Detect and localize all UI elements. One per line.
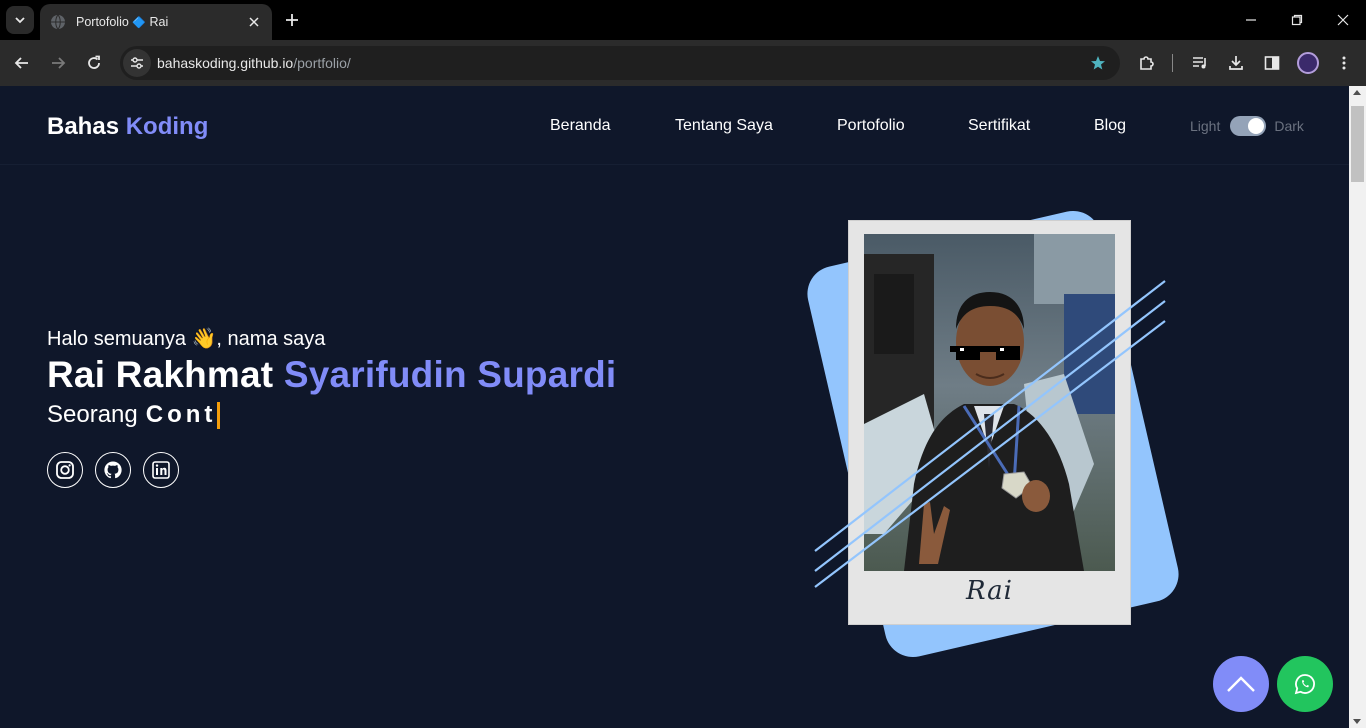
close-icon bbox=[249, 17, 259, 27]
site-logo[interactable]: Bahas Koding bbox=[47, 113, 208, 141]
browser-toolbar: bahaskoding.github.io/portfolio/ bbox=[0, 40, 1366, 86]
plus-icon bbox=[286, 14, 298, 26]
theme-switch[interactable] bbox=[1230, 116, 1267, 136]
hero-greeting: Halo semuanya 👋, nama saya bbox=[47, 328, 326, 350]
profile-photo-illustration bbox=[864, 234, 1115, 571]
arrow-right-icon bbox=[52, 57, 66, 69]
polaroid-frame: Rai bbox=[848, 220, 1131, 625]
theme-toggle: Light Dark bbox=[1190, 116, 1304, 136]
media-control-button[interactable] bbox=[1186, 49, 1214, 77]
role-prefix: Seorang bbox=[47, 401, 138, 428]
browser-menu-button[interactable] bbox=[1330, 49, 1358, 77]
typing-cursor bbox=[217, 401, 221, 429]
close-icon bbox=[1337, 14, 1349, 26]
github-icon bbox=[104, 461, 122, 479]
minimize-icon bbox=[1246, 19, 1256, 21]
whatsapp-button[interactable] bbox=[1277, 656, 1333, 712]
linkedin-icon bbox=[152, 461, 170, 479]
site-navbar: Bahas Koding Beranda Tentang Saya Portof… bbox=[0, 86, 1349, 165]
tab-title: Portofolio 🔷 Rai bbox=[76, 15, 169, 29]
tune-icon bbox=[131, 57, 143, 69]
scroll-up-arrow[interactable] bbox=[1353, 90, 1361, 95]
hero-role: Seorang Cont bbox=[47, 401, 221, 429]
puzzle-icon bbox=[1140, 56, 1154, 70]
globe-icon bbox=[51, 14, 65, 30]
site-info-button[interactable] bbox=[123, 49, 151, 77]
social-links bbox=[47, 452, 191, 488]
reload-icon bbox=[88, 55, 100, 69]
side-panel-button[interactable] bbox=[1258, 49, 1286, 77]
nav-link-sertifikat[interactable]: Sertifikat bbox=[968, 117, 1030, 135]
chevron-up-icon bbox=[1227, 676, 1255, 692]
hero-photo-art: Rai bbox=[801, 194, 1185, 664]
polaroid-caption: Rai bbox=[966, 576, 1013, 606]
page-viewport: Bahas Koding Beranda Tentang Saya Portof… bbox=[0, 86, 1349, 728]
back-button[interactable] bbox=[8, 49, 36, 77]
scroll-down-arrow[interactable] bbox=[1353, 719, 1361, 724]
role-typed-text: Cont bbox=[145, 401, 217, 428]
downloads-button[interactable] bbox=[1222, 49, 1250, 77]
download-icon bbox=[1229, 56, 1243, 70]
profile-photo bbox=[864, 234, 1115, 571]
more-vert-icon bbox=[1342, 56, 1346, 70]
url-text: bahaskoding.github.io/portfolio/ bbox=[157, 55, 351, 71]
playlist-icon bbox=[1193, 57, 1206, 69]
instagram-link[interactable] bbox=[47, 452, 83, 488]
side-panel-icon bbox=[1264, 56, 1280, 70]
star-icon bbox=[1091, 56, 1105, 70]
address-bar[interactable]: bahaskoding.github.io/portfolio/ bbox=[120, 46, 1120, 80]
browser-tab-active[interactable]: Portofolio 🔷 Rai bbox=[40, 4, 272, 40]
linkedin-link[interactable] bbox=[143, 452, 179, 488]
bookmark-button[interactable] bbox=[1084, 49, 1112, 77]
new-tab-button[interactable] bbox=[280, 8, 304, 32]
browser-tabstrip: Portofolio 🔷 Rai bbox=[0, 0, 1366, 40]
tab-title-separator: 🔷 bbox=[132, 17, 146, 29]
tab-search-button[interactable] bbox=[6, 6, 34, 34]
theme-switch-knob bbox=[1248, 118, 1265, 134]
nav-link-portofolio[interactable]: Portofolio bbox=[837, 117, 905, 135]
nav-link-beranda[interactable]: Beranda bbox=[550, 117, 611, 135]
profile-avatar[interactable] bbox=[1297, 52, 1319, 74]
arrow-left-icon bbox=[14, 57, 28, 69]
theme-dark-label: Dark bbox=[1274, 118, 1304, 134]
window-close-button[interactable] bbox=[1331, 8, 1355, 32]
hero-name: Rai Rakhmat Syarifudin Supardi bbox=[47, 354, 617, 395]
extensions-button[interactable] bbox=[1133, 49, 1161, 77]
reload-button[interactable] bbox=[80, 49, 108, 77]
page-scrollbar[interactable] bbox=[1349, 86, 1366, 728]
theme-light-label: Light bbox=[1190, 118, 1221, 134]
chevron-down-icon bbox=[15, 17, 25, 24]
forward-button[interactable] bbox=[44, 49, 72, 77]
scroll-to-top-button[interactable] bbox=[1213, 656, 1269, 712]
nav-link-blog[interactable]: Blog bbox=[1094, 117, 1126, 135]
whatsapp-icon bbox=[1294, 674, 1315, 695]
tab-close-button[interactable] bbox=[246, 14, 262, 30]
nav-link-tentang-saya[interactable]: Tentang Saya bbox=[675, 117, 773, 135]
instagram-icon bbox=[56, 461, 74, 479]
github-link[interactable] bbox=[95, 452, 131, 488]
restore-button[interactable] bbox=[1285, 8, 1309, 32]
restore-icon bbox=[1291, 14, 1303, 26]
toolbar-separator bbox=[1172, 54, 1173, 72]
minimize-button[interactable] bbox=[1239, 8, 1263, 32]
scrollbar-thumb[interactable] bbox=[1351, 106, 1364, 182]
